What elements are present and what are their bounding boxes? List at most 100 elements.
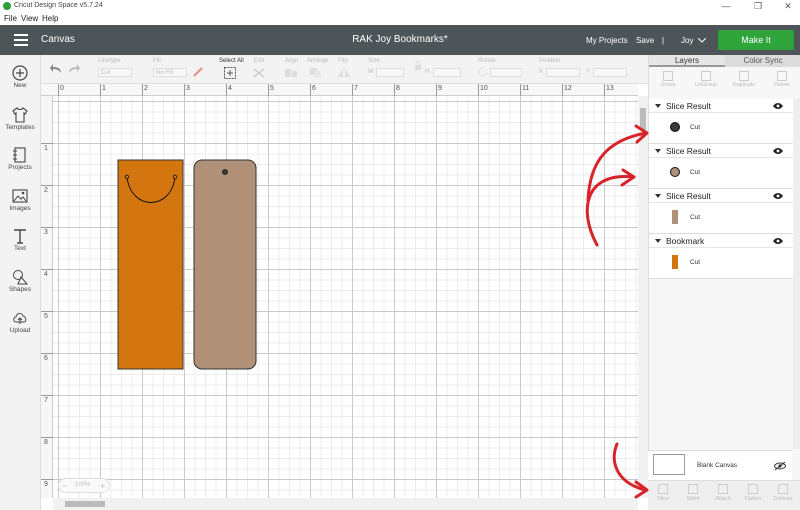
rotate-input[interactable] xyxy=(490,68,522,77)
layer-group-header[interactable]: Bookmark xyxy=(649,234,793,248)
zoom-control: − 100% + xyxy=(58,478,110,493)
eye-icon[interactable] xyxy=(773,237,783,245)
arrange-icon[interactable] xyxy=(309,67,323,79)
collapse-triangle-icon[interactable] xyxy=(655,104,661,108)
ruler-top-label: 5 xyxy=(270,85,274,92)
menu-help[interactable]: Help xyxy=(42,14,58,23)
ruler-top-tick xyxy=(142,84,143,96)
save-button[interactable]: Save xyxy=(636,36,654,45)
sidebar-item-upload[interactable]: Upload xyxy=(0,310,40,334)
linetype-select[interactable]: Cut xyxy=(98,68,132,77)
slice-button[interactable]: Slice xyxy=(648,484,678,502)
layer-group-header[interactable]: Slice Result xyxy=(649,189,793,203)
sidebar-item-label: New xyxy=(13,82,27,89)
menu-file[interactable]: File xyxy=(4,14,17,23)
ruler-top: 0 1 2 3 4 5 6 7 8 9 10 11 12 13 xyxy=(41,84,638,96)
sidebar-item-label: Text xyxy=(14,245,26,252)
sidebar-item-new[interactable]: New xyxy=(0,65,40,89)
delete-button[interactable]: Delete xyxy=(763,69,800,88)
position-y-input[interactable] xyxy=(593,68,627,77)
weld-button[interactable]: Weld xyxy=(678,484,708,502)
fill-color-icon[interactable] xyxy=(193,67,203,77)
app-title: Cricut Design Space v5.7.24 xyxy=(14,2,103,9)
position-x-input[interactable] xyxy=(546,68,580,77)
ungroup-button[interactable]: UnGroup xyxy=(687,69,725,88)
close-icon[interactable]: ✕ xyxy=(776,0,800,13)
contour-button[interactable]: Contour xyxy=(768,484,798,502)
collapse-triangle-icon[interactable] xyxy=(655,149,661,153)
user-menu-button[interactable]: Joy xyxy=(681,36,693,45)
tan-bookmark-shape[interactable] xyxy=(193,159,257,370)
sidebar-item-projects[interactable]: Projects xyxy=(0,147,40,171)
collapse-triangle-icon[interactable] xyxy=(655,239,661,243)
minimize-icon[interactable]: — xyxy=(714,0,738,13)
ruler-left-tick xyxy=(41,185,53,186)
ruler-top-tick xyxy=(436,84,437,96)
vertical-scroll-thumb[interactable] xyxy=(640,108,646,130)
layer-operation: Cut xyxy=(690,169,701,176)
group-icon xyxy=(663,71,673,81)
zoom-in-button[interactable]: + xyxy=(100,481,105,491)
horizontal-scrollbar[interactable] xyxy=(53,498,638,510)
layer-group[interactable]: Slice Result Cut xyxy=(649,99,793,144)
ruler-top-tick xyxy=(226,84,227,96)
group-button[interactable]: Group xyxy=(649,69,687,88)
edit-icon[interactable] xyxy=(252,67,266,79)
fill-select[interactable]: No Fill xyxy=(153,68,187,77)
restore-icon[interactable]: ❐ xyxy=(746,0,770,13)
tab-layers[interactable]: Layers xyxy=(649,55,725,67)
blank-canvas-row[interactable]: Blank Canvas xyxy=(648,450,792,480)
eye-icon[interactable] xyxy=(773,147,783,155)
sidebar-item-images[interactable]: Images xyxy=(0,188,40,212)
ruler-top-label: 8 xyxy=(396,85,400,92)
select-all-icon[interactable] xyxy=(224,67,236,79)
layer-group-header[interactable]: Slice Result xyxy=(649,144,793,158)
shapes-icon xyxy=(13,270,28,285)
ruler-left-label: 3 xyxy=(44,229,48,236)
my-projects-button[interactable]: My Projects xyxy=(586,36,628,45)
redo-icon[interactable] xyxy=(68,64,80,74)
ruler-top-tick xyxy=(58,84,59,96)
bottom-tools-bar: Slice Weld Attach Flatten Contour xyxy=(648,480,800,510)
sidebar-item-shapes[interactable]: Shapes xyxy=(0,269,40,293)
ruler-top-tick xyxy=(100,84,101,96)
sidebar-item-templates[interactable]: Templates xyxy=(0,107,40,131)
orange-bookmark-shape[interactable] xyxy=(117,159,184,370)
eye-icon[interactable] xyxy=(773,192,783,200)
tassel-hole-shape[interactable] xyxy=(222,169,228,175)
height-input[interactable] xyxy=(433,68,461,77)
vertical-scrollbar[interactable] xyxy=(638,96,648,498)
layers-scrollbar[interactable] xyxy=(793,99,800,449)
hamburger-menu-icon[interactable] xyxy=(14,34,28,46)
tab-color-sync[interactable]: Color Sync xyxy=(725,55,800,67)
flatten-button[interactable]: Flatten xyxy=(738,484,768,502)
horizontal-scroll-thumb[interactable] xyxy=(65,501,105,507)
lock-icon[interactable] xyxy=(414,61,422,71)
layer-group[interactable]: Bookmark Cut xyxy=(649,234,793,279)
design-canvas[interactable] xyxy=(53,96,638,498)
make-it-button[interactable]: Make It xyxy=(718,30,794,50)
eye-icon[interactable] xyxy=(773,102,783,110)
ruler-top-label: 7 xyxy=(354,85,358,92)
attach-label: Attach xyxy=(715,496,731,502)
notebook-icon xyxy=(13,147,26,163)
layer-group-header[interactable]: Slice Result xyxy=(649,99,793,113)
width-input[interactable] xyxy=(376,68,404,77)
align-icon[interactable] xyxy=(284,67,298,79)
duplicate-button[interactable]: Duplicate xyxy=(725,69,763,88)
undo-icon[interactable] xyxy=(50,64,62,74)
zoom-out-button[interactable]: − xyxy=(62,481,67,491)
layer-group[interactable]: Slice Result Cut xyxy=(649,144,793,189)
eye-hidden-icon[interactable] xyxy=(774,461,786,471)
menu-view[interactable]: View xyxy=(21,14,38,23)
collapse-triangle-icon[interactable] xyxy=(655,194,661,198)
chevron-down-icon[interactable] xyxy=(698,38,706,43)
ruler-top-label: 3 xyxy=(186,85,190,92)
layer-group[interactable]: Slice Result Cut xyxy=(649,189,793,234)
flip-icon[interactable] xyxy=(337,67,351,79)
ruler-top-label: 12 xyxy=(564,85,572,92)
blank-canvas-swatch[interactable] xyxy=(653,454,685,475)
sidebar-item-text[interactable]: Text xyxy=(0,228,40,252)
attach-button[interactable]: Attach xyxy=(708,484,738,502)
ruler-top-tick xyxy=(394,84,395,96)
